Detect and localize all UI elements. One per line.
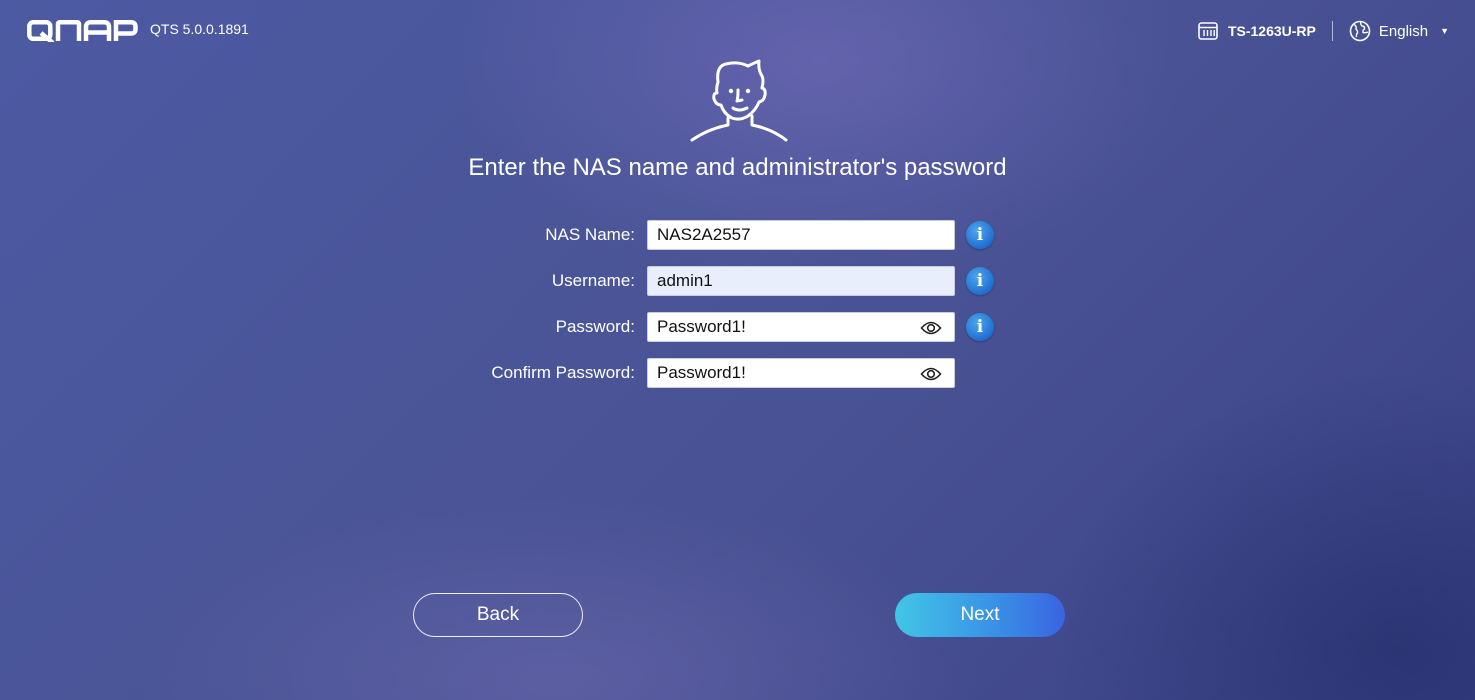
qnap-logo — [27, 20, 138, 47]
password-field — [647, 312, 955, 342]
nas-name-input[interactable] — [648, 221, 917, 249]
language-selector[interactable]: English ▼ — [1349, 20, 1449, 42]
nas-name-row: NAS Name: i — [0, 220, 1475, 250]
confirm-password-row: Confirm Password: — [0, 358, 1475, 388]
username-input[interactable] — [648, 267, 917, 295]
globe-icon — [1349, 20, 1371, 42]
password-info-icon[interactable]: i — [966, 313, 994, 341]
show-confirm-password-eye-icon[interactable] — [920, 366, 942, 382]
device-model: TS-1263U-RP — [1198, 22, 1316, 40]
caret-down-icon: ▼ — [1440, 26, 1449, 36]
password-label: Password: — [555, 317, 635, 336]
device-model-label: TS-1263U-RP — [1227, 23, 1316, 39]
nas-name-field — [647, 220, 955, 250]
username-info-icon[interactable]: i — [966, 267, 994, 295]
show-password-eye-icon[interactable] — [920, 320, 942, 336]
header-toolbar: TS-1263U-RP English ▼ — [1198, 18, 1449, 44]
next-button[interactable]: Next — [895, 593, 1065, 637]
password-input[interactable] — [648, 313, 917, 341]
firmware-version: QTS 5.0.0.1891 — [150, 21, 249, 37]
username-field — [647, 266, 955, 296]
password-row: Password: i — [0, 312, 1475, 342]
back-button[interactable]: Back — [413, 593, 583, 637]
nas-name-label: NAS Name: — [545, 225, 635, 244]
confirm-password-label: Confirm Password: — [491, 363, 635, 382]
confirm-password-input[interactable] — [648, 359, 917, 387]
page-title: Enter the NAS name and administrator's p… — [468, 154, 1007, 181]
username-label: Username: — [551, 271, 635, 290]
language-label: English — [1378, 22, 1429, 40]
confirm-password-field — [647, 358, 955, 388]
nas-name-info-icon[interactable]: i — [966, 221, 994, 249]
user-avatar-icon — [686, 58, 792, 149]
nas-device-icon — [1198, 22, 1218, 40]
header-divider — [1331, 21, 1333, 41]
qnap-logo-icon — [27, 20, 138, 45]
username-row: Username: i — [0, 266, 1475, 296]
